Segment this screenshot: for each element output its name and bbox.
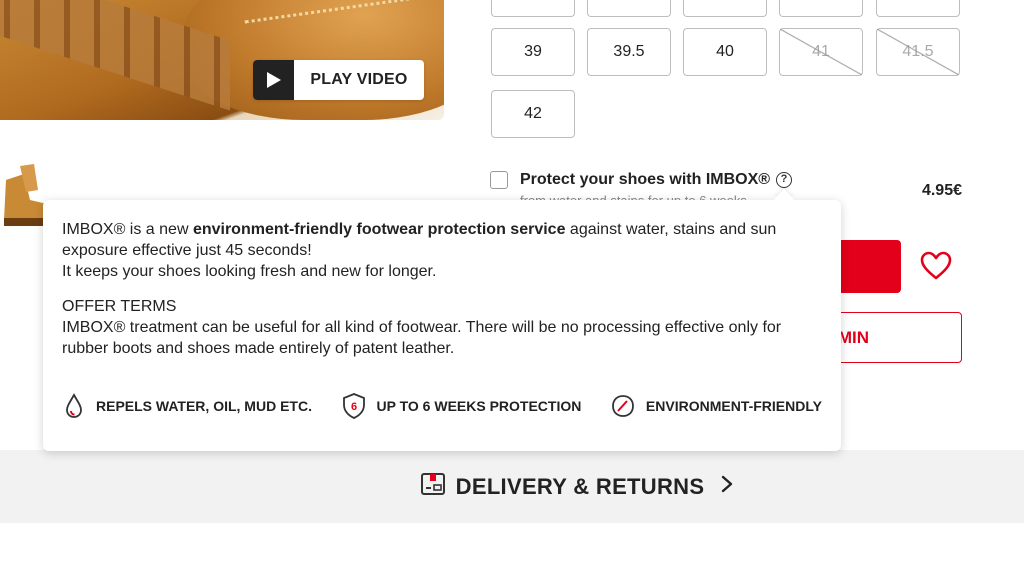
shield-badge-number: 6 <box>350 401 356 413</box>
imbox-info-popover: IMBOX® is a new environment-friendly foo… <box>43 200 841 451</box>
chevron-right-icon <box>720 474 734 499</box>
feature-item: ENVIRONMENT-FRIENDLY <box>610 393 822 419</box>
size-option-41-5-unavailable[interactable]: 41.5 <box>876 28 960 76</box>
help-icon[interactable]: ? <box>776 172 792 188</box>
delivery-box-icon <box>420 471 446 502</box>
water-drop-icon <box>62 393 86 419</box>
play-video-label: PLAY VIDEO <box>310 71 408 88</box>
size-option[interactable] <box>683 0 767 17</box>
delivery-returns-label: DELIVERY & RETURNS <box>455 473 705 499</box>
play-icon <box>253 60 294 100</box>
imbox-price: 4.95€ <box>921 182 962 199</box>
delivery-returns-bar[interactable]: DELIVERY & RETURNS <box>0 450 1024 523</box>
secondary-action-label: MIN <box>837 327 869 347</box>
size-option[interactable] <box>779 0 863 17</box>
popover-intro-start: IMBOX® is a new <box>62 221 193 238</box>
leaf-icon <box>610 393 636 419</box>
wishlist-heart-icon[interactable] <box>920 251 952 286</box>
feature-item: REPELS WATER, OIL, MUD ETC. <box>62 393 312 419</box>
feature-label: REPELS WATER, OIL, MUD ETC. <box>96 397 312 414</box>
popover-freshness-text: It keeps your shoes looking fresh and ne… <box>62 263 437 280</box>
size-option-39[interactable]: 39 <box>491 28 575 76</box>
size-option-42[interactable]: 42 <box>491 90 575 138</box>
offer-terms-body: IMBOX® treatment can be useful for all k… <box>62 319 782 357</box>
feature-item: 6 UP TO 6 WEEKS PROTECTION <box>341 392 582 420</box>
size-option-40[interactable]: 40 <box>683 28 767 76</box>
size-option[interactable] <box>491 0 575 17</box>
size-option-39-5[interactable]: 39.5 <box>587 28 671 76</box>
imbox-title: Protect your shoes with IMBOX® <box>520 171 771 188</box>
shield-6-icon: 6 <box>341 392 367 420</box>
feature-label: UP TO 6 WEEKS PROTECTION <box>376 397 582 414</box>
popover-intro: IMBOX® is a new environment-friendly foo… <box>62 219 822 261</box>
feature-label: ENVIRONMENT-FRIENDLY <box>645 397 822 414</box>
size-option-41-unavailable[interactable]: 41 <box>779 28 863 76</box>
play-video-button[interactable]: PLAY VIDEO <box>253 60 424 100</box>
size-option[interactable] <box>876 0 960 17</box>
size-option[interactable] <box>587 0 671 17</box>
feature-list: REPELS WATER, OIL, MUD ETC. 6 UP TO 6 WE… <box>62 392 822 420</box>
offer-terms-heading: OFFER TERMS <box>62 298 177 315</box>
imbox-checkbox[interactable] <box>490 171 508 189</box>
popover-intro-highlight: environment-friendly footwear protection… <box>192 221 566 238</box>
